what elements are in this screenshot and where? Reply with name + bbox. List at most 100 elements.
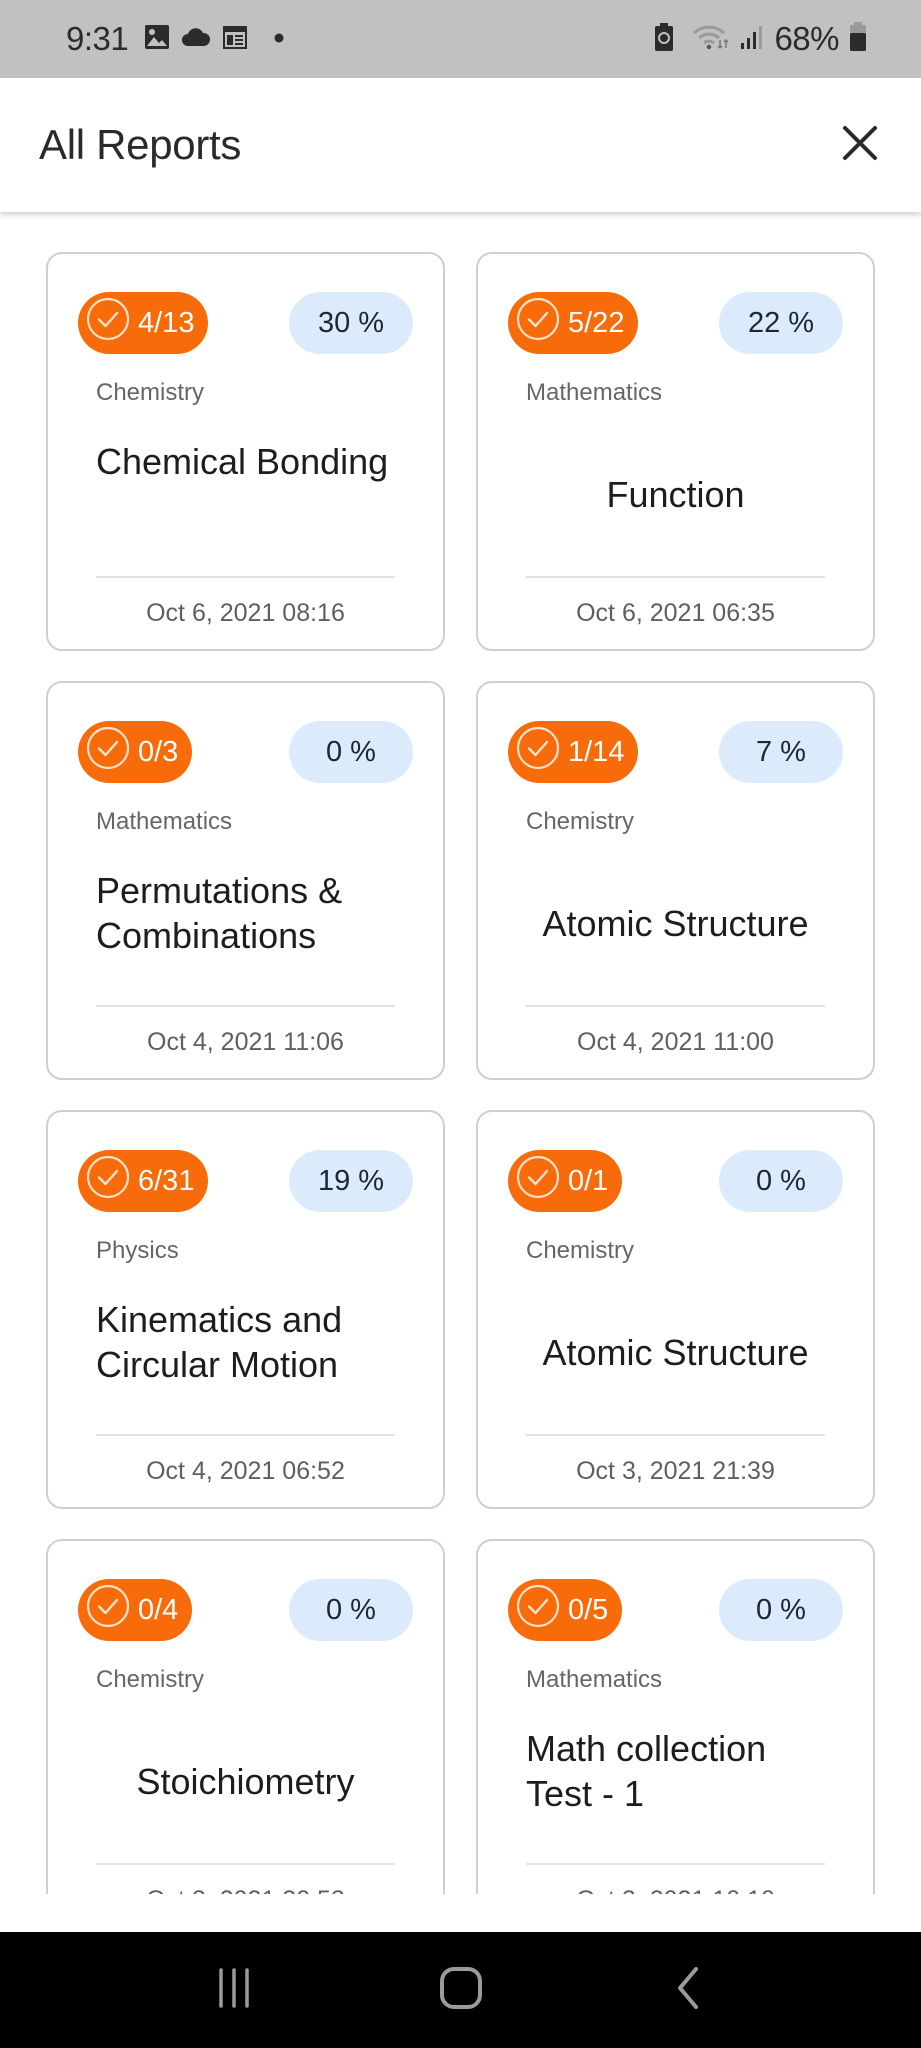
report-date: Oct 3, 2021 20:53 — [48, 1886, 443, 1894]
subject-label: Physics — [96, 1237, 179, 1264]
check-circle-icon — [84, 295, 132, 351]
report-card[interactable]: 0/3 0 % Mathematics Permutations & Combi… — [46, 681, 445, 1080]
divider — [526, 1863, 825, 1865]
close-icon — [841, 124, 879, 167]
report-title: Function — [606, 473, 745, 515]
battery-saver-icon — [654, 22, 674, 56]
score-badge: 6/31 — [78, 1150, 209, 1212]
divider — [96, 1434, 395, 1436]
report-date: Oct 6, 2021 08:16 — [146, 599, 345, 627]
report-card[interactable]: 6/31 19 % Physics Kinematics and Circula… — [46, 1110, 445, 1509]
score-text: 0/5 — [568, 1593, 609, 1626]
report-date: Oct 4, 2021 11:00 — [577, 1028, 774, 1056]
score-text: 4/13 — [138, 306, 195, 339]
title-wrap: Atomic Structure — [526, 1282, 825, 1422]
back-icon — [668, 1965, 708, 2016]
dot-icon — [274, 30, 284, 48]
divider — [526, 1434, 825, 1436]
percent-badge: 0 % — [719, 1579, 843, 1641]
check-circle-icon — [84, 1153, 132, 1209]
report-title: Chemical Bonding — [96, 441, 389, 482]
report-date: Oct 3, 2021 10:10 — [478, 1886, 873, 1894]
check-circle-icon — [514, 295, 562, 351]
score-text: 6/31 — [138, 1164, 195, 1197]
subject-label: Chemistry — [96, 1666, 205, 1693]
report-title: Math collection Test - 1 — [526, 1728, 767, 1814]
back-button[interactable] — [643, 1945, 733, 2035]
home-button[interactable] — [416, 1945, 506, 2035]
page-title: All Reports — [39, 121, 242, 168]
report-title: Atomic Structure — [542, 1331, 809, 1373]
badge-row: 0/3 0 % — [78, 721, 413, 783]
report-card[interactable]: 1/14 7 % Chemistry Atomic Structure Oct … — [476, 681, 875, 1080]
status-right: 68% — [654, 20, 867, 58]
badge-row: 5/22 22 % — [508, 292, 843, 354]
title-wrap: Stoichiometry — [96, 1711, 395, 1851]
subject-label: Mathematics — [526, 379, 663, 406]
subject-label: Mathematics — [526, 1666, 663, 1693]
badge-row: 0/4 0 % — [78, 1579, 413, 1641]
badge-row: 0/1 0 % — [508, 1150, 843, 1212]
divider — [526, 1005, 825, 1007]
check-circle-icon — [514, 1582, 562, 1638]
battery-icon — [849, 21, 867, 57]
subject-label: Chemistry — [526, 1237, 635, 1264]
score-badge: 0/3 — [78, 721, 193, 783]
report-card[interactable]: 0/5 0 % Mathematics Math collection Test… — [476, 1539, 875, 1894]
report-card[interactable]: 0/1 0 % Chemistry Atomic Structure Oct 3… — [476, 1110, 875, 1509]
percent-badge: 0 % — [289, 721, 413, 783]
cloud-icon — [182, 26, 211, 53]
recent-apps-icon — [212, 1966, 256, 2015]
score-text: 0/3 — [138, 735, 179, 768]
score-badge: 0/4 — [78, 1579, 193, 1641]
report-title: Permutations & Combinations — [96, 870, 343, 956]
percent-badge: 0 % — [719, 1150, 843, 1212]
report-title: Kinematics and Circular Motion — [96, 1299, 343, 1385]
score-badge: 1/14 — [508, 721, 639, 783]
report-title: Atomic Structure — [542, 902, 809, 944]
score-badge: 4/13 — [78, 292, 209, 354]
title-wrap: Chemical Bonding — [96, 424, 395, 564]
score-text: 0/4 — [138, 1593, 179, 1626]
title-wrap: Math collection Test - 1 — [526, 1711, 825, 1851]
recent-apps-button[interactable] — [189, 1945, 279, 2035]
divider — [526, 576, 825, 578]
signal-icon — [740, 24, 764, 55]
status-bar: 9:31 68% — [0, 0, 921, 78]
status-left: 9:31 — [66, 20, 284, 58]
divider — [96, 576, 395, 578]
report-card[interactable]: 0/4 0 % Chemistry Stoichiometry Oct 3, 2… — [46, 1539, 445, 1894]
percent-badge: 30 % — [289, 292, 413, 354]
score-badge: 5/22 — [508, 292, 639, 354]
check-circle-icon — [84, 1582, 132, 1638]
home-icon — [438, 1965, 484, 2016]
calendar-icon — [222, 24, 248, 55]
system-nav-bar — [0, 1932, 921, 2048]
wifi-icon — [692, 24, 730, 55]
score-text: 0/1 — [568, 1164, 609, 1197]
badge-row: 1/14 7 % — [508, 721, 843, 783]
badge-row: 6/31 19 % — [78, 1150, 413, 1212]
battery-percent: 68% — [774, 20, 839, 57]
report-date: Oct 3, 2021 21:39 — [576, 1457, 775, 1485]
percent-badge: 22 % — [719, 292, 843, 354]
score-badge: 0/5 — [508, 1579, 623, 1641]
percent-badge: 0 % — [289, 1579, 413, 1641]
report-card[interactable]: 5/22 22 % Mathematics Function Oct 6, 20… — [476, 252, 875, 651]
percent-badge: 7 % — [719, 721, 843, 783]
title-wrap: Kinematics and Circular Motion — [96, 1282, 395, 1422]
report-card[interactable]: 4/13 30 % Chemistry Chemical Bonding Oct… — [46, 252, 445, 651]
status-time: 9:31 — [66, 20, 129, 57]
title-wrap: Function — [526, 424, 825, 564]
divider — [96, 1005, 395, 1007]
score-badge: 0/1 — [508, 1150, 623, 1212]
score-text: 5/22 — [568, 306, 625, 339]
check-circle-icon — [514, 1153, 562, 1209]
close-button[interactable] — [830, 115, 890, 175]
report-date: Oct 6, 2021 06:35 — [576, 599, 775, 627]
gallery-icon — [144, 24, 170, 55]
reports-list[interactable]: 4/13 30 % Chemistry Chemical Bonding Oct… — [0, 212, 921, 1894]
report-title: Stoichiometry — [136, 1760, 355, 1802]
percent-badge: 19 % — [289, 1150, 413, 1212]
report-date: Oct 4, 2021 11:06 — [147, 1028, 344, 1056]
